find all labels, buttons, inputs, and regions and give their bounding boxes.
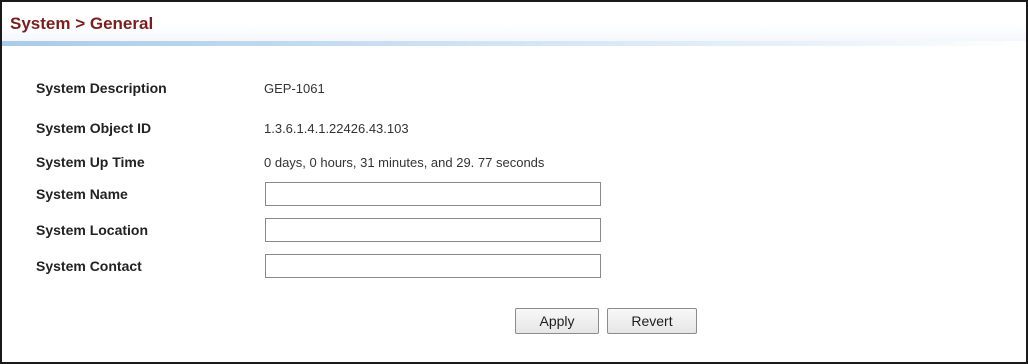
header-divider bbox=[2, 41, 1026, 46]
system-object-id-label: System Object ID bbox=[36, 120, 152, 136]
system-description-row: System Description GEP-1061 bbox=[36, 76, 936, 100]
system-location-label: System Location bbox=[36, 222, 149, 238]
system-general-panel: System > General System Description GEP-… bbox=[0, 0, 1028, 364]
system-description-value: GEP-1061 bbox=[264, 81, 325, 96]
system-name-row: System Name bbox=[36, 182, 936, 206]
system-description-label: System Description bbox=[36, 80, 167, 96]
page-title: System > General bbox=[10, 14, 154, 33]
system-up-time-row: System Up Time 0 days, 0 hours, 31 minut… bbox=[36, 150, 936, 174]
system-object-id-value: 1.3.6.1.4.1.22426.43.103 bbox=[264, 121, 409, 136]
system-contact-input[interactable] bbox=[265, 254, 601, 278]
apply-button[interactable]: Apply bbox=[515, 308, 599, 334]
system-name-label: System Name bbox=[36, 186, 128, 202]
system-object-id-row: System Object ID 1.3.6.1.4.1.22426.43.10… bbox=[36, 116, 936, 140]
system-location-input[interactable] bbox=[265, 218, 601, 242]
system-contact-label: System Contact bbox=[36, 258, 142, 274]
system-up-time-value: 0 days, 0 hours, 31 minutes, and 29. 77 … bbox=[264, 155, 545, 170]
system-contact-row: System Contact bbox=[36, 254, 936, 278]
system-name-input[interactable] bbox=[265, 182, 601, 206]
system-location-row: System Location bbox=[36, 218, 936, 242]
system-up-time-label: System Up Time bbox=[36, 154, 145, 170]
page-header: System > General bbox=[2, 2, 1026, 46]
revert-button[interactable]: Revert bbox=[607, 308, 697, 334]
